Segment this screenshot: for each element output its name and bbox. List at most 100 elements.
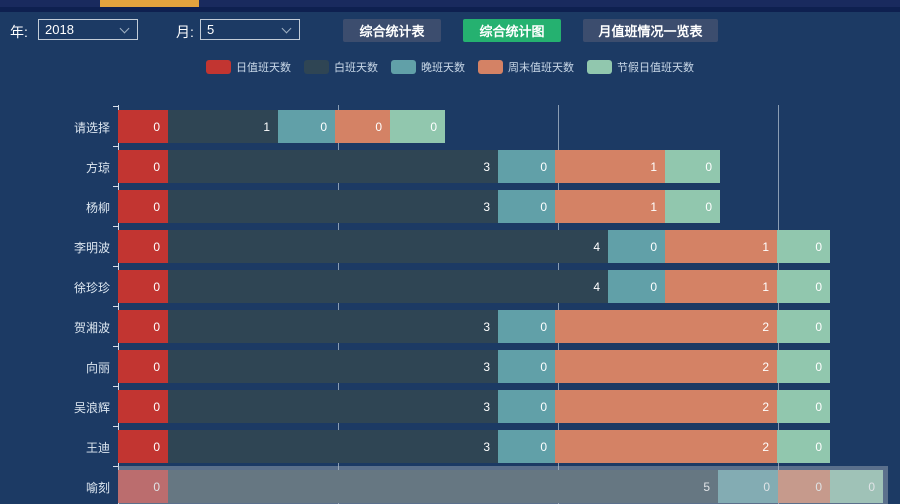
bar-value-label: 0 — [540, 400, 555, 414]
category-label: 请选择 — [0, 119, 110, 136]
bar-value-label: 0 — [815, 440, 830, 454]
plot-area: 请选择01000方琼03010杨柳03010李明波04010徐珍珍04010贺湘… — [0, 0, 900, 504]
bar-segment[interactable]: 0 — [498, 350, 555, 383]
category-label: 李明波 — [0, 239, 110, 256]
bar-value-label: 0 — [153, 440, 168, 454]
bar-segment[interactable]: 4 — [168, 230, 608, 263]
bar-segment[interactable]: 5 — [168, 470, 718, 503]
bar-segment[interactable]: 1 — [665, 270, 777, 303]
bar-segment[interactable]: 0 — [118, 110, 168, 143]
bar-segment[interactable]: 0 — [777, 350, 830, 383]
bar-segment[interactable]: 0 — [118, 350, 168, 383]
bar-value-label: 3 — [483, 200, 498, 214]
bar-segment[interactable]: 1 — [555, 190, 665, 223]
bar-segment[interactable]: 0 — [118, 230, 168, 263]
bar-segment[interactable]: 3 — [168, 350, 498, 383]
bar-segment[interactable]: 0 — [778, 470, 830, 503]
bar-value-label: 1 — [650, 200, 665, 214]
bar-value-label: 0 — [540, 160, 555, 174]
bar-value-label: 3 — [483, 320, 498, 334]
bar-value-label: 2 — [762, 400, 777, 414]
bar-segment[interactable]: 3 — [168, 310, 498, 343]
bar-value-label: 0 — [815, 480, 830, 494]
bar-value-label: 0 — [153, 240, 168, 254]
bar-segment[interactable]: 0 — [608, 270, 665, 303]
bar-segment[interactable]: 0 — [777, 310, 830, 343]
bar-segment[interactable]: 3 — [168, 150, 498, 183]
bar-segment[interactable]: 0 — [118, 470, 168, 503]
bar-segment[interactable]: 0 — [118, 270, 168, 303]
y-axis-tick — [113, 466, 118, 467]
category-label: 王迪 — [0, 439, 110, 456]
bar-segment[interactable]: 3 — [168, 390, 498, 423]
category-label: 吴浪辉 — [0, 399, 110, 416]
bar-value-label: 4 — [593, 240, 608, 254]
bar-segment[interactable]: 3 — [168, 430, 498, 463]
bar-value-label: 0 — [153, 200, 168, 214]
bar-segment[interactable]: 0 — [498, 190, 555, 223]
bar-value-label: 3 — [483, 160, 498, 174]
bar-value-label: 0 — [815, 360, 830, 374]
bar-row: 01000 — [118, 110, 445, 143]
bar-segment[interactable]: 0 — [777, 230, 830, 263]
bar-segment[interactable]: 0 — [608, 230, 665, 263]
bar-value-label: 3 — [483, 360, 498, 374]
bar-value-label: 0 — [868, 480, 883, 494]
bar-segment[interactable]: 2 — [555, 430, 777, 463]
bar-segment[interactable]: 0 — [498, 430, 555, 463]
bar-value-label: 2 — [762, 440, 777, 454]
category-label: 贺湘波 — [0, 319, 110, 336]
bar-value-label: 0 — [815, 280, 830, 294]
bar-segment[interactable]: 3 — [168, 190, 498, 223]
bar-segment[interactable]: 0 — [278, 110, 335, 143]
bar-segment[interactable]: 0 — [718, 470, 778, 503]
bar-segment[interactable]: 0 — [390, 110, 445, 143]
bar-value-label: 3 — [483, 440, 498, 454]
bar-value-label: 0 — [540, 320, 555, 334]
bar-value-label: 0 — [153, 480, 168, 494]
bar-segment[interactable]: 0 — [498, 310, 555, 343]
bar-segment[interactable]: 0 — [777, 430, 830, 463]
y-axis-tick — [113, 426, 118, 427]
bar-segment[interactable]: 1 — [555, 150, 665, 183]
bar-segment[interactable]: 0 — [665, 150, 720, 183]
bar-value-label: 0 — [153, 400, 168, 414]
bar-value-label: 0 — [763, 480, 778, 494]
bar-segment[interactable]: 0 — [118, 390, 168, 423]
bar-segment[interactable]: 0 — [777, 390, 830, 423]
category-label: 喻刻 — [0, 479, 110, 496]
bar-segment[interactable]: 2 — [555, 390, 777, 423]
category-label: 向丽 — [0, 359, 110, 376]
bar-segment[interactable]: 0 — [118, 150, 168, 183]
y-axis-tick — [113, 346, 118, 347]
category-label: 杨柳 — [0, 199, 110, 216]
bar-value-label: 2 — [762, 360, 777, 374]
bar-value-label: 0 — [430, 120, 445, 134]
y-axis-tick — [113, 386, 118, 387]
bar-segment[interactable]: 1 — [168, 110, 278, 143]
bar-value-label: 5 — [703, 480, 718, 494]
bar-value-label: 0 — [320, 120, 335, 134]
bar-value-label: 0 — [815, 320, 830, 334]
bar-segment[interactable]: 0 — [118, 430, 168, 463]
bar-value-label: 0 — [815, 240, 830, 254]
bar-row: 04010 — [118, 270, 830, 303]
bar-segment[interactable]: 0 — [498, 390, 555, 423]
bar-value-label: 0 — [153, 280, 168, 294]
bar-segment[interactable]: 0 — [335, 110, 390, 143]
bar-row: 04010 — [118, 230, 830, 263]
bar-segment[interactable]: 1 — [665, 230, 777, 263]
bar-segment[interactable]: 0 — [830, 470, 883, 503]
bar-segment[interactable]: 2 — [555, 310, 777, 343]
bar-row: 03020 — [118, 430, 830, 463]
bar-segment[interactable]: 0 — [498, 150, 555, 183]
bar-segment[interactable]: 0 — [665, 190, 720, 223]
bar-segment[interactable]: 2 — [555, 350, 777, 383]
bar-segment[interactable]: 4 — [168, 270, 608, 303]
bar-value-label: 1 — [263, 120, 278, 134]
bar-segment[interactable]: 0 — [777, 270, 830, 303]
bar-segment[interactable]: 0 — [118, 190, 168, 223]
bar-segment[interactable]: 0 — [118, 310, 168, 343]
bar-row: 03020 — [118, 390, 830, 423]
bar-value-label: 1 — [650, 160, 665, 174]
